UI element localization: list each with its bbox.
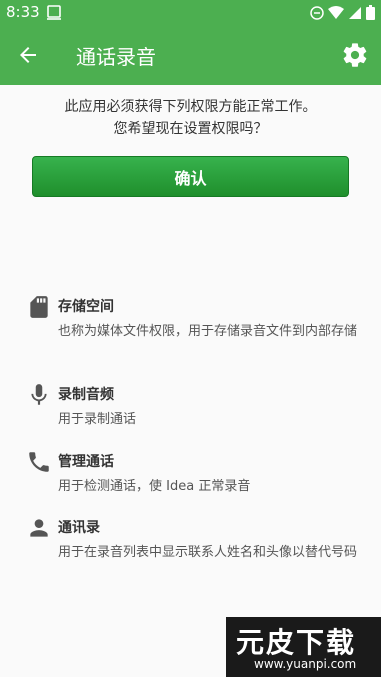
permission-title: 通讯录 (58, 520, 100, 536)
back-arrow-icon[interactable] (16, 43, 40, 67)
permission-title: 录制音频 (58, 387, 114, 403)
watermark: 元皮下载 www.yuanpi.com (226, 617, 381, 677)
permission-title: 存储空间 (58, 299, 114, 315)
phone-icon (26, 449, 52, 475)
app-bar: 通话录音 (0, 25, 381, 85)
sd-card-icon (26, 294, 52, 320)
wifi-icon (328, 5, 344, 19)
status-bar: 8:33 (0, 0, 381, 25)
permission-prompt: 此应用必须获得下列权限方能正常工作。 您希望现在设置权限吗？ (0, 96, 381, 140)
permission-desc: 用于检测通话，使 Idea 正常录音 (58, 479, 251, 494)
status-time: 8:33 (6, 3, 40, 21)
watermark-url: www.yuanpi.com (254, 657, 357, 671)
dnd-icon (310, 5, 324, 20)
page-title: 通话录音 (76, 45, 156, 69)
prompt-line-1: 此应用必须获得下列权限方能正常工作。 (64, 99, 317, 115)
status-icons (310, 5, 375, 20)
permission-desc: 用于录制通话 (58, 412, 137, 427)
permission-title: 管理通话 (58, 454, 114, 470)
signal-icon (349, 6, 361, 19)
screenshot-icon (46, 5, 62, 25)
gear-icon[interactable] (341, 41, 369, 69)
microphone-icon (26, 382, 52, 408)
confirm-button[interactable]: 确认 (32, 156, 349, 197)
person-icon (26, 515, 52, 541)
permission-desc: 也称为媒体文件权限，用于存储录音文件到内部存储 (58, 324, 358, 339)
watermark-logo: 元皮下载 (236, 626, 357, 659)
battery-icon (366, 5, 375, 20)
prompt-line-2: 您希望现在设置权限吗？ (113, 121, 268, 137)
permission-desc: 用于在录音列表中显示联系人姓名和头像以替代号码 (58, 545, 358, 560)
